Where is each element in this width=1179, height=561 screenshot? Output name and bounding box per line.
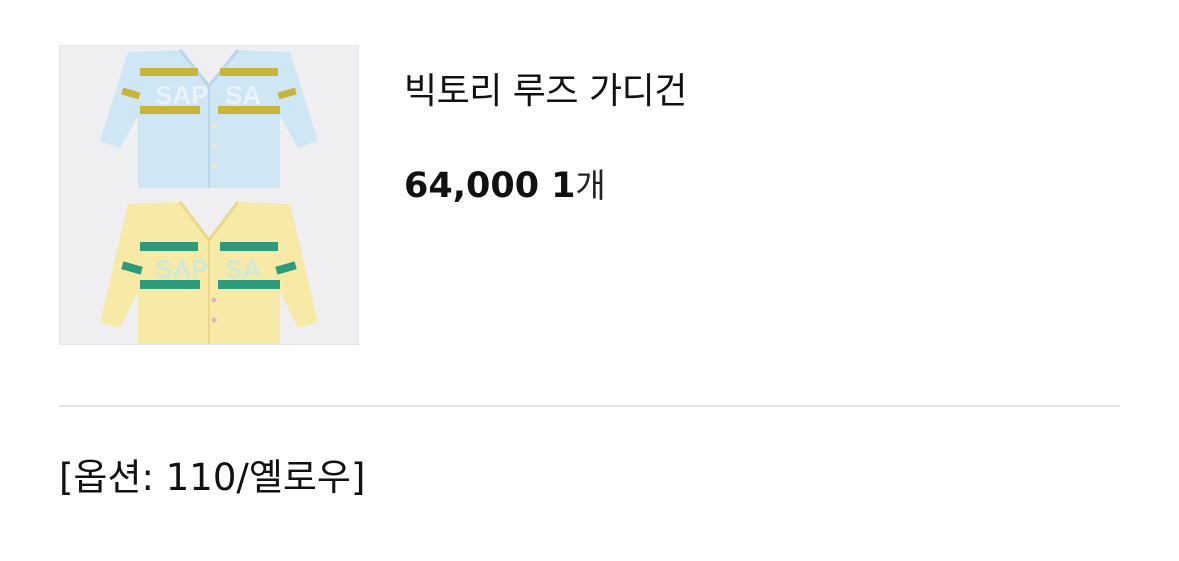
blue-cardigan: SAP SA	[100, 49, 318, 188]
svg-text:SAP: SAP	[155, 80, 208, 110]
product-quantity: 1	[551, 166, 576, 206]
divider	[59, 405, 1120, 407]
svg-text:SAP: SAP	[155, 254, 208, 284]
price-quantity-row: 64,000 1개	[404, 162, 606, 210]
yellow-cardigan: SAP SA	[100, 201, 318, 344]
product-thumbnail[interactable]: SAP SA SAP SA	[59, 45, 359, 345]
product-price: 64,000	[404, 166, 540, 206]
svg-text:SA: SA	[225, 80, 261, 110]
product-option: [옵션: 110/옐로우]	[59, 456, 366, 499]
svg-text:SA: SA	[225, 254, 261, 284]
quantity-unit: 개	[575, 166, 606, 205]
product-title[interactable]: 빅토리 루즈 가디건	[404, 68, 687, 116]
cardigan-image: SAP SA SAP SA	[100, 49, 318, 344]
